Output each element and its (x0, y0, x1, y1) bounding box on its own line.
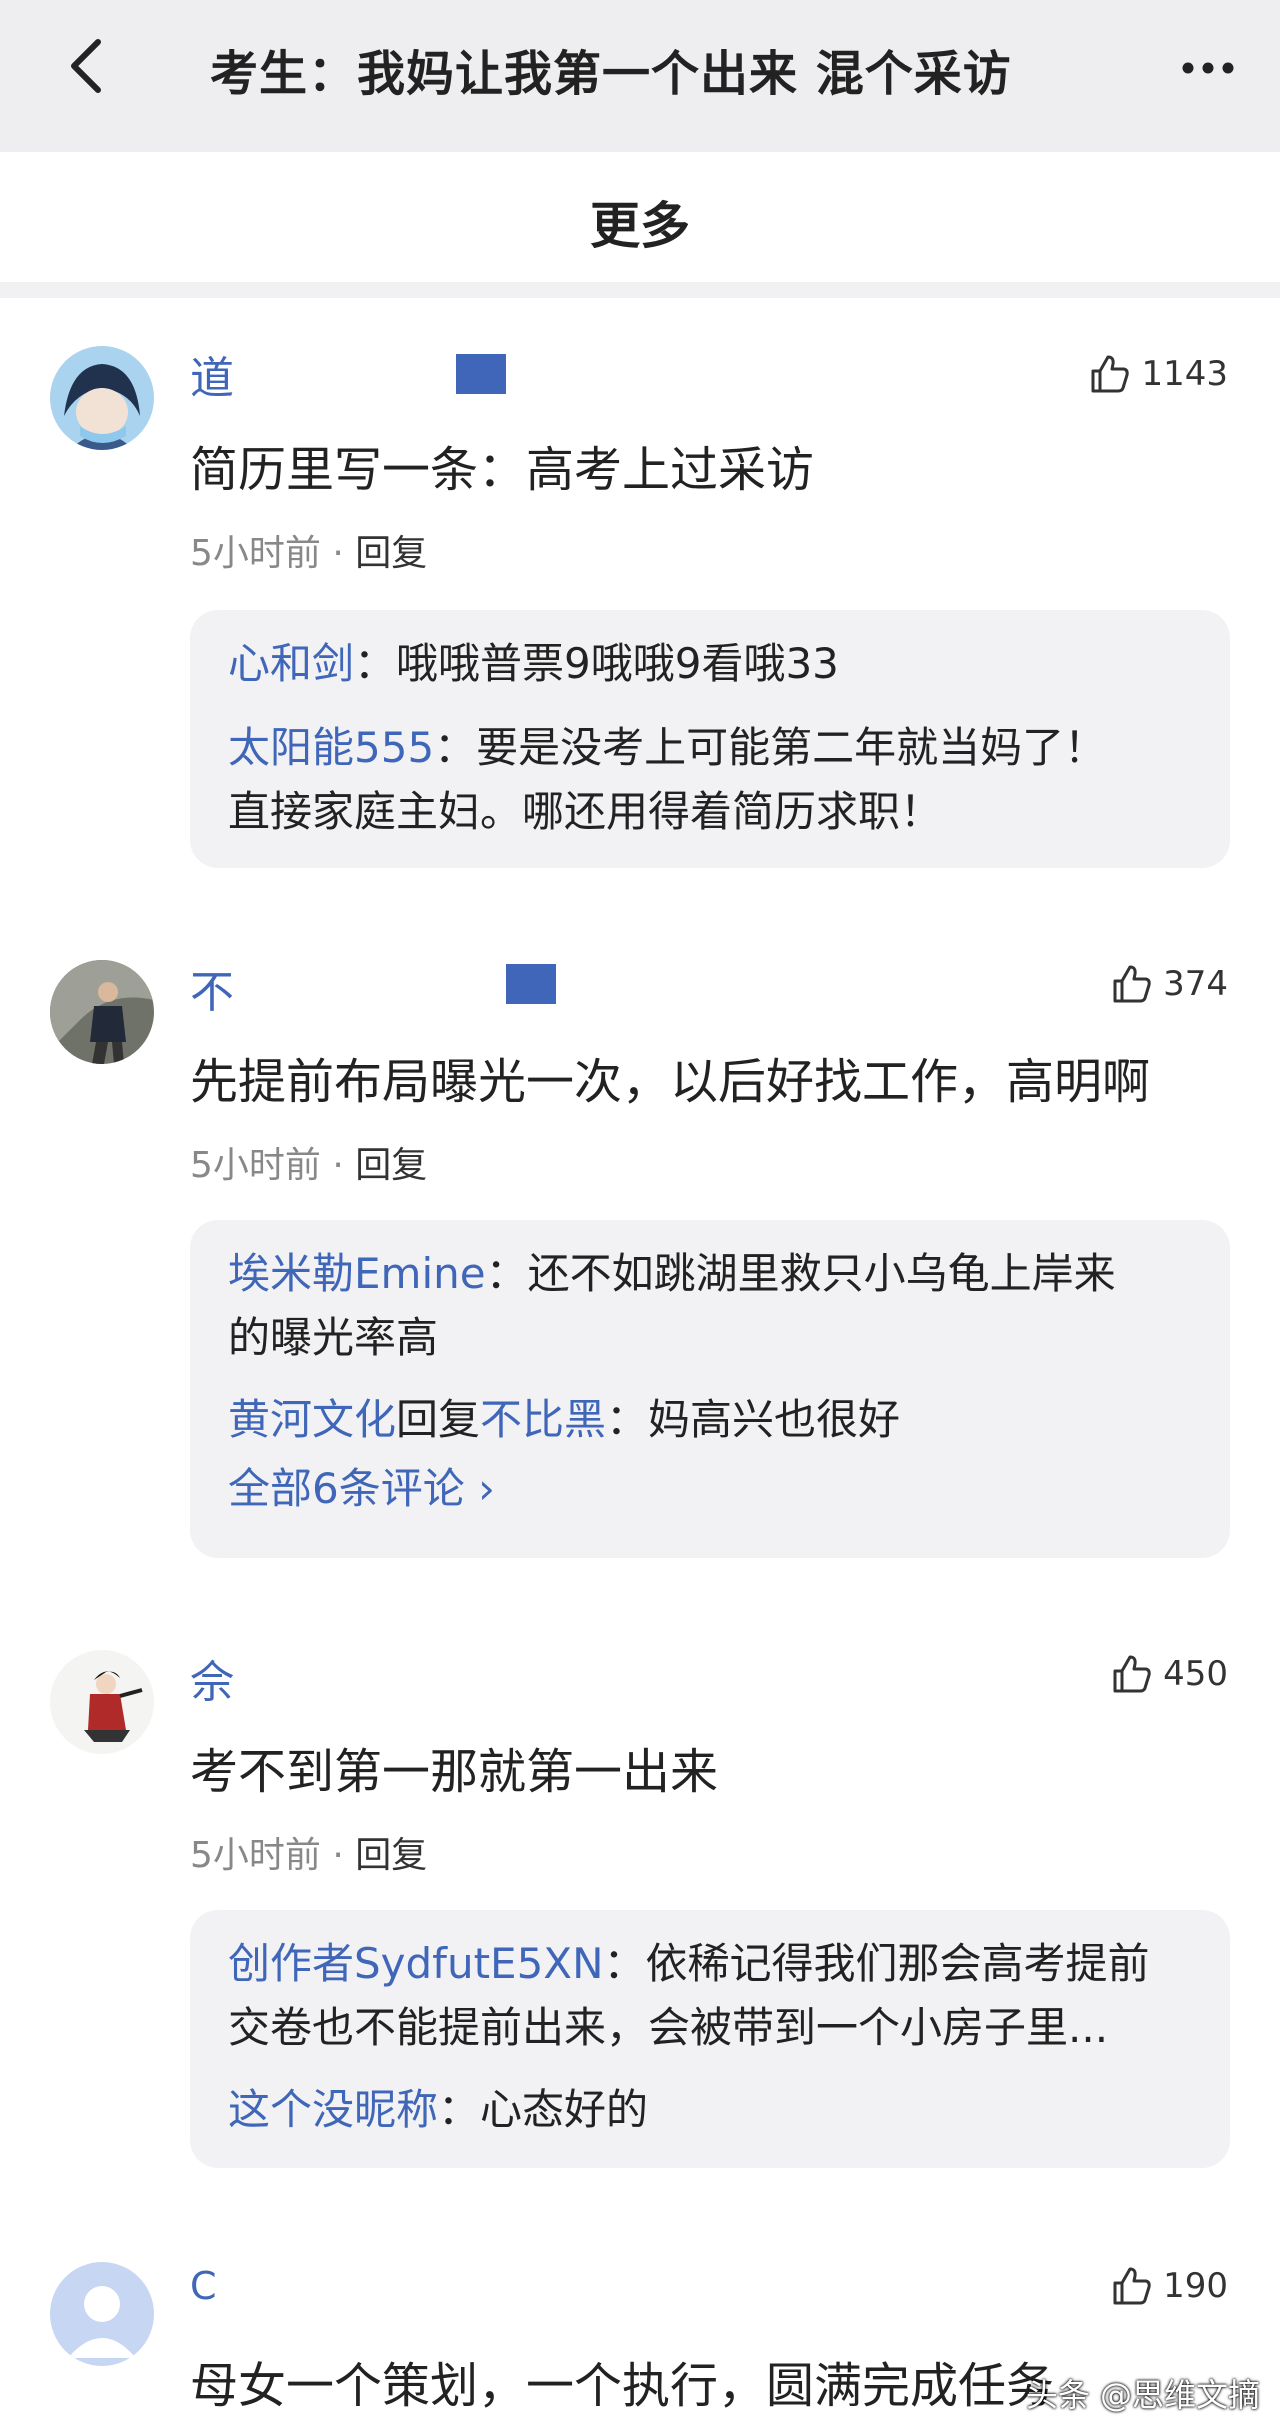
reply-text: ：哦哦普票9哦哦9看哦33 (354, 639, 839, 688)
more-options-icon[interactable] (1180, 40, 1236, 96)
comment-text: 母女一个策划，一个执行，圆满完成任务 (190, 2358, 1055, 2414)
avatar[interactable] (50, 1650, 154, 1754)
comment-meta: 5小时前 · 回复 (190, 1145, 428, 1186)
reply-button[interactable]: 回复 (355, 1835, 427, 1876)
reply-username[interactable]: 创作者SydfutE5XN (228, 1939, 604, 1988)
username[interactable]: 道 (190, 342, 234, 406)
watermark: 头条 @思维文摘 (1025, 2376, 1260, 2414)
reply-username[interactable]: 黄河文化 (228, 1395, 396, 1444)
like-button[interactable]: 374 (1109, 962, 1228, 1006)
like-button[interactable]: 190 (1109, 2264, 1228, 2308)
tab-more-label: 更多 (590, 197, 690, 255)
reply-text: ：依稀记得我们那会高考提前 (603, 1939, 1150, 1988)
comment-time: 5小时前 (190, 533, 321, 574)
like-count: 374 (1163, 964, 1228, 1004)
all-replies-link[interactable]: 全部6条评论 › (228, 1452, 1192, 1526)
reply-item: 黄河文化回复不比黑：妈高兴也很好 (228, 1388, 1192, 1452)
reply-connector: 回复 (396, 1395, 481, 1444)
username[interactable]: 不 (190, 956, 234, 1020)
reply-text: ：妈高兴也很好 (606, 1395, 901, 1444)
reply-text: ：还不如跳湖里救只小乌龟上岸来 (485, 1249, 1116, 1298)
reply-text-continued: 交卷也不能提前出来，会被带到一个小房子里... (228, 2003, 1109, 2052)
like-button[interactable]: 450 (1109, 1652, 1228, 1696)
reply-username[interactable]: 埃米勒Emine (228, 1249, 486, 1298)
thumbs-up-icon (1113, 2267, 1151, 2305)
reply-text-continued: 直接家庭主妇。哪还用得着简历求职！ (228, 787, 943, 836)
avatar[interactable] (50, 2262, 154, 2366)
comment-text: 考不到第一那就第一出来 (190, 1744, 719, 1800)
page-title: 考生：我妈让我第一个出来 混个采访 (210, 46, 1012, 102)
reply-box: 心和剑：哦哦普票9哦哦9看哦33 太阳能555：要是没考上可能第二年就当妈了！ … (190, 610, 1230, 868)
thumbs-up-icon (1113, 965, 1151, 1003)
comment-time: 5小时前 (190, 1145, 321, 1186)
tab-more[interactable]: 更多 (0, 152, 1280, 282)
username[interactable]: C (190, 2264, 217, 2308)
comment-text: 简历里写一条：高考上过采访 (190, 442, 815, 498)
reply-item: 这个没昵称：心态好的 (228, 2078, 1192, 2142)
section-divider (0, 282, 1280, 298)
reply-username[interactable]: 这个没昵称 (228, 2085, 438, 2134)
reply-text: ：心态好的 (438, 2085, 649, 2134)
reply-target-username[interactable]: 不比黑 (480, 1395, 606, 1444)
reply-box: 埃米勒Emine：还不如跳湖里救只小乌龟上岸来 的曝光率高 黄河文化回复不比黑：… (190, 1220, 1230, 1558)
comment-time: 5小时前 (190, 1835, 321, 1876)
reply-button[interactable]: 回复 (355, 1145, 427, 1186)
comment-text: 先提前布局曝光一次，以后好找工作，高明啊 (190, 1054, 1151, 1110)
thumbs-up-icon (1113, 1655, 1151, 1693)
comment-meta: 5小时前 · 回复 (190, 533, 428, 574)
reply-item: 创作者SydfutE5XN：依稀记得我们那会高考提前 (228, 1932, 1192, 1996)
reply-item: 心和剑：哦哦普票9哦哦9看哦33 (228, 632, 1192, 696)
reply-username[interactable]: 太阳能555 (228, 723, 434, 772)
reply-text-continued: 的曝光率高 (228, 1313, 439, 1362)
reply-item: 埃米勒Emine：还不如跳湖里救只小乌龟上岸来 (228, 1242, 1192, 1306)
username[interactable]: 佘 (190, 1646, 234, 1710)
like-count: 450 (1163, 1654, 1228, 1694)
user-badge (506, 964, 556, 1004)
reply-item: 太阳能555：要是没考上可能第二年就当妈了！ (228, 716, 1192, 780)
like-button[interactable]: 1143 (1087, 352, 1228, 396)
user-badge (456, 354, 506, 394)
top-bar: 考生：我妈让我第一个出来 混个采访 (0, 0, 1280, 152)
avatar[interactable] (50, 960, 154, 1064)
reply-text: ：要是没考上可能第二年就当妈了！ (434, 723, 1107, 772)
reply-button[interactable]: 回复 (355, 533, 427, 574)
comment-meta: 5小时前 · 回复 (190, 1835, 428, 1876)
like-count: 190 (1163, 2266, 1228, 2306)
avatar[interactable] (50, 346, 154, 450)
back-arrow-icon[interactable] (58, 36, 118, 96)
reply-username[interactable]: 心和剑 (228, 639, 354, 688)
like-count: 1143 (1141, 354, 1228, 394)
reply-box: 创作者SydfutE5XN：依稀记得我们那会高考提前 交卷也不能提前出来，会被带… (190, 1910, 1230, 2168)
thumbs-up-icon (1091, 355, 1130, 393)
